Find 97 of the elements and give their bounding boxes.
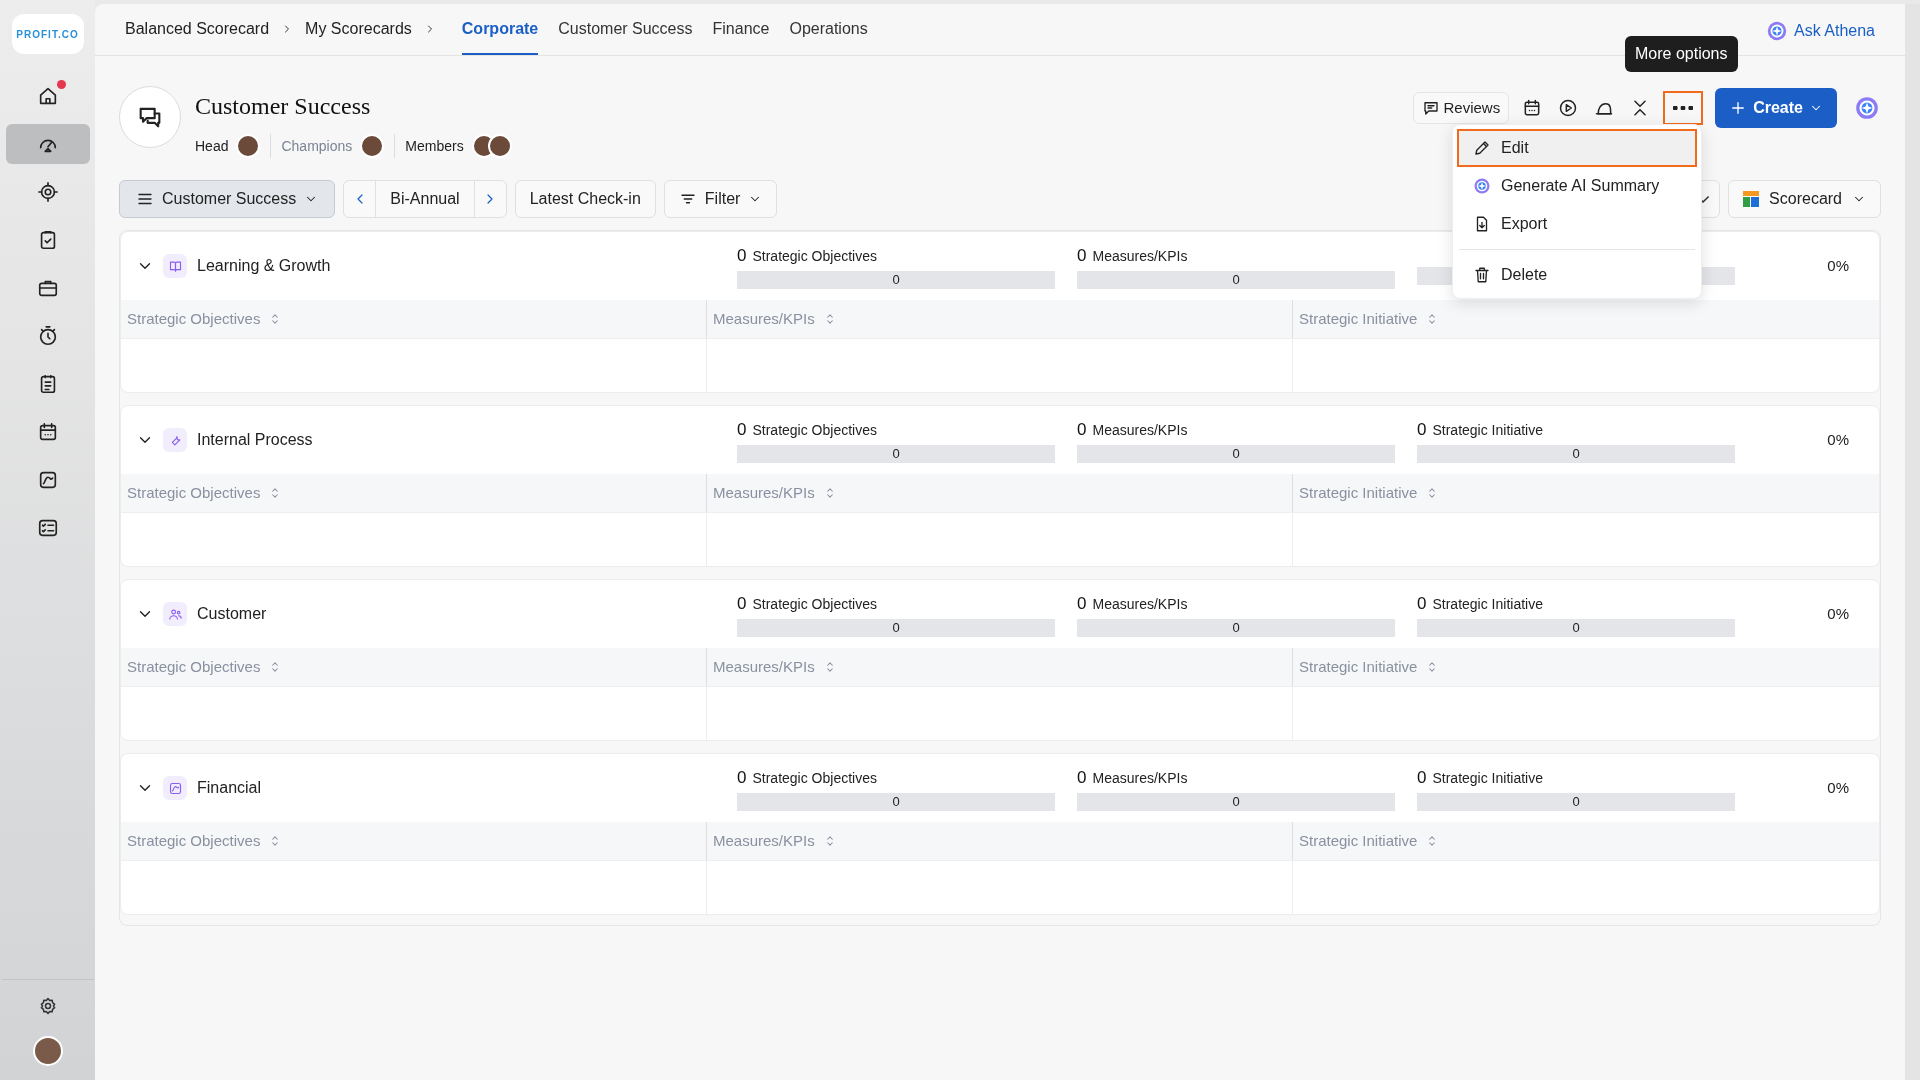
play-icon — [1558, 98, 1579, 118]
scorecard-icon — [1743, 191, 1760, 207]
column-header[interactable]: Measures/KPIs — [707, 648, 1293, 686]
stat-count: 0 — [1077, 245, 1087, 268]
stat-label: Measures/KPIs — [1092, 247, 1188, 267]
role-label: Champions — [281, 136, 353, 156]
stat-bar: 0 — [1417, 792, 1735, 811]
person-avatar[interactable] — [487, 134, 512, 158]
checkin-button[interactable]: Latest Check-in — [514, 180, 656, 218]
stat-count: 0 — [737, 593, 747, 616]
stat-label: Strategic Initiative — [1432, 769, 1543, 789]
percent-value: 0% — [1827, 603, 1849, 624]
stat-count: 0 — [1417, 767, 1427, 790]
athena-button[interactable] — [1853, 94, 1881, 122]
unit-dropdown[interactable]: Customer Success — [119, 180, 336, 218]
menu-item[interactable]: Generate AI Summary — [1457, 167, 1697, 205]
stat-bar: 0 — [1077, 618, 1395, 637]
pencil-icon — [1473, 139, 1491, 157]
period-label: Bi-Annual — [389, 189, 461, 209]
menu-item[interactable]: Export — [1457, 205, 1697, 243]
column-header[interactable]: Strategic Initiative — [1293, 822, 1879, 860]
stat-bar: 0 — [1077, 270, 1395, 289]
user-avatar[interactable] — [32, 1036, 63, 1066]
trash-icon — [1473, 266, 1491, 284]
athena-icon — [1473, 177, 1491, 195]
comment-icon — [1421, 99, 1440, 117]
role-label: Members — [405, 136, 464, 156]
page-title: Customer Success — [195, 92, 372, 121]
column-header[interactable]: Strategic Objectives — [121, 474, 707, 512]
column-header[interactable]: Strategic Objectives — [121, 300, 707, 338]
stat-bar: 0 — [737, 618, 1055, 637]
logo[interactable]: PROFIT.CO — [11, 14, 84, 54]
perspective-title: Customer — [197, 604, 268, 624]
person-avatar[interactable] — [360, 134, 385, 158]
perspective-title: Learning & Growth — [197, 256, 332, 276]
stat-count: 0 — [1417, 419, 1427, 442]
stat-count: 0 — [1417, 593, 1427, 616]
stat-label: Measures/KPIs — [1092, 421, 1188, 441]
stat-bar: 0 — [1417, 444, 1735, 463]
stat-bar: 0 — [737, 792, 1055, 811]
perspective-title: Financial — [197, 778, 263, 798]
stat-label: Measures/KPIs — [1092, 595, 1188, 615]
tooltip: More options — [1625, 36, 1738, 72]
filter-button[interactable]: Filter — [663, 180, 778, 218]
menu-item[interactable]: Edit — [1457, 129, 1697, 167]
percent-value: 0% — [1827, 429, 1849, 450]
stat-bar: 0 — [737, 270, 1055, 289]
stat-label: Strategic Objectives — [752, 769, 877, 789]
checklist-icon — [36, 517, 59, 539]
person-avatar[interactable] — [236, 134, 261, 158]
stat-count: 0 — [737, 245, 747, 268]
reviews-button[interactable]: Reviews — [1412, 92, 1510, 124]
tab[interactable]: Finance — [712, 17, 770, 55]
ask-athena-button[interactable]: Ask Athena — [1766, 19, 1875, 43]
column-header[interactable]: Measures/KPIs — [707, 300, 1293, 338]
stat-label: Strategic Objectives — [752, 247, 877, 267]
column-header[interactable]: Measures/KPIs — [707, 474, 1293, 512]
column-header[interactable]: Strategic Initiative — [1293, 474, 1879, 512]
stat-bar: 0 — [737, 444, 1055, 463]
athena-icon — [1766, 20, 1789, 42]
athena-icon — [1854, 95, 1880, 121]
percent-value: 0% — [1827, 255, 1849, 276]
breadcrumb-link[interactable]: Balanced Scorecard — [125, 17, 270, 41]
tab[interactable]: Operations — [789, 17, 868, 55]
stat-count: 0 — [737, 767, 747, 790]
perspective-title: Internal Process — [197, 430, 314, 450]
stat-count: 0 — [1077, 767, 1087, 790]
people-icon — [163, 602, 187, 626]
create-button[interactable]: Create — [1715, 88, 1837, 128]
stat-label: Strategic Initiative — [1432, 421, 1543, 441]
column-header[interactable]: Strategic Initiative — [1293, 648, 1879, 686]
stat-count: 0 — [1077, 593, 1087, 616]
view-dropdown[interactable]: Scorecard — [1728, 180, 1881, 218]
column-header[interactable]: Strategic Initiative — [1293, 300, 1879, 338]
stat-bar: 0 — [1077, 792, 1395, 811]
stat-label: Strategic Objectives — [752, 421, 877, 441]
book-icon — [163, 254, 187, 278]
stat-label: Strategic Objectives — [752, 595, 877, 615]
chart-icon — [163, 776, 187, 800]
logo-text: PROFIT.CO — [16, 27, 79, 42]
tab[interactable]: Corporate — [461, 17, 539, 55]
percent-value: 0% — [1827, 777, 1849, 798]
breadcrumb-link[interactable]: My Scorecards — [305, 17, 412, 41]
stat-bar: 0 — [1077, 444, 1395, 463]
menu-item[interactable]: Delete — [1457, 256, 1697, 294]
more-icon — [1673, 106, 1694, 110]
column-header[interactable]: Strategic Objectives — [121, 648, 707, 686]
role-label: Head — [195, 136, 229, 156]
tab[interactable]: Customer Success — [558, 17, 693, 55]
stat-count: 0 — [737, 419, 747, 442]
stat-label: Strategic Initiative — [1432, 595, 1543, 615]
stat-label: Measures/KPIs — [1092, 769, 1188, 789]
column-header[interactable]: Strategic Objectives — [121, 822, 707, 860]
stat-bar: 0 — [1417, 618, 1735, 637]
target-icon — [36, 181, 59, 203]
stat-count: 0 — [1077, 419, 1087, 442]
column-header[interactable]: Measures/KPIs — [707, 822, 1293, 860]
